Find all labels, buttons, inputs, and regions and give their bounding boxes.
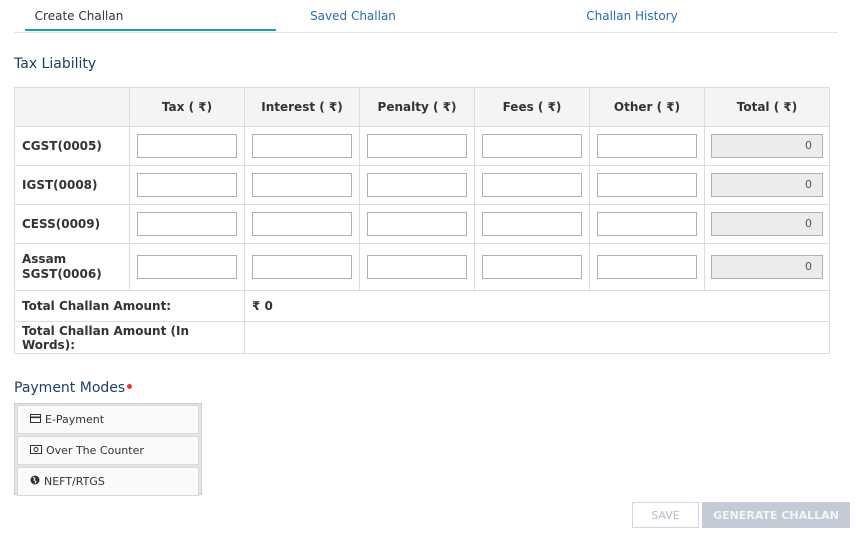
cess-interest-input[interactable] [252,212,352,236]
row-label-cess: CESS(0009) [14,204,130,244]
sgst-other-input[interactable] [597,255,697,279]
cgst-penalty-input[interactable] [367,134,467,158]
globe-icon [30,475,40,488]
generate-challan-button[interactable]: GENERATE CHALLAN [702,502,850,528]
total-amount-value: ₹ 0 [244,290,830,322]
table-header-row: Tax ( ₹) Interest ( ₹) Penalty ( ₹) Fees… [14,87,830,127]
header-tax: Tax ( ₹) [129,87,245,127]
table-row-sgst: Assam SGST(0006) 0 [14,243,830,291]
igst-fees-input[interactable] [482,173,582,197]
payment-mode-label: NEFT/RTGS [44,475,105,488]
payment-mode-e-payment[interactable]: E-Payment [17,405,199,434]
payment-mode-label: E-Payment [45,413,105,426]
cgst-total-field: 0 [711,134,823,158]
tax-liability-table: Tax ( ₹) Interest ( ₹) Penalty ( ₹) Fees… [14,87,830,354]
total-amount-row: Total Challan Amount: ₹ 0 [14,290,830,322]
header-blank [14,87,130,127]
credit-card-icon [30,413,41,426]
tax-liability-title: Tax Liability [14,56,97,72]
cess-total-field: 0 [711,212,823,236]
cgst-other-input[interactable] [597,134,697,158]
cess-other-input[interactable] [597,212,697,236]
save-button[interactable]: SAVE [632,502,699,528]
header-other: Other ( ₹) [589,87,705,127]
tab-challan-history[interactable]: Challan History [582,9,682,23]
payment-mode-neft-rtgs[interactable]: NEFT/RTGS [17,467,199,496]
cess-fees-input[interactable] [482,212,582,236]
required-indicator [127,384,133,389]
cash-icon [30,444,42,457]
row-label-cgst: CGST(0005) [14,126,130,166]
active-tab-indicator [25,29,276,31]
cess-penalty-input[interactable] [367,212,467,236]
header-penalty: Penalty ( ₹) [359,87,475,127]
payment-modes-list: E-Payment Over The Counter NEFT/RTGS [14,403,202,496]
total-words-value [244,321,830,354]
header-total: Total ( ₹) [704,87,830,127]
challan-tabs: Create Challan Saved Challan Challan His… [14,0,838,33]
payment-mode-label: Over The Counter [46,444,144,457]
sgst-interest-input[interactable] [252,255,352,279]
cgst-fees-input[interactable] [482,134,582,158]
total-words-label: Total Challan Amount (In Words): [14,321,245,354]
cgst-tax-input[interactable] [137,134,237,158]
payment-mode-over-the-counter[interactable]: Over The Counter [17,436,199,465]
tab-create-challan[interactable]: Create Challan [26,9,132,23]
table-row-cess: CESS(0009) 0 [14,204,830,244]
row-label-igst: IGST(0008) [14,165,130,205]
header-interest: Interest ( ₹) [244,87,360,127]
header-fees: Fees ( ₹) [474,87,590,127]
igst-penalty-input[interactable] [367,173,467,197]
table-row-igst: IGST(0008) 0 [14,165,830,205]
igst-total-field: 0 [711,173,823,197]
cgst-interest-input[interactable] [252,134,352,158]
sgst-penalty-input[interactable] [367,255,467,279]
row-label-sgst-text: Assam SGST(0006) [22,252,102,281]
cess-tax-input[interactable] [137,212,237,236]
payment-modes-title: Payment Modes [14,380,133,396]
tab-saved-challan[interactable]: Saved Challan [304,9,402,23]
sgst-fees-input[interactable] [482,255,582,279]
row-label-sgst: Assam SGST(0006) [14,243,130,291]
sgst-tax-input[interactable] [137,255,237,279]
sgst-total-field: 0 [711,255,823,279]
igst-tax-input[interactable] [137,173,237,197]
table-row-cgst: CGST(0005) 0 [14,126,830,166]
total-words-row: Total Challan Amount (In Words): [14,321,830,354]
total-amount-label: Total Challan Amount: [14,290,245,322]
igst-interest-input[interactable] [252,173,352,197]
igst-other-input[interactable] [597,173,697,197]
